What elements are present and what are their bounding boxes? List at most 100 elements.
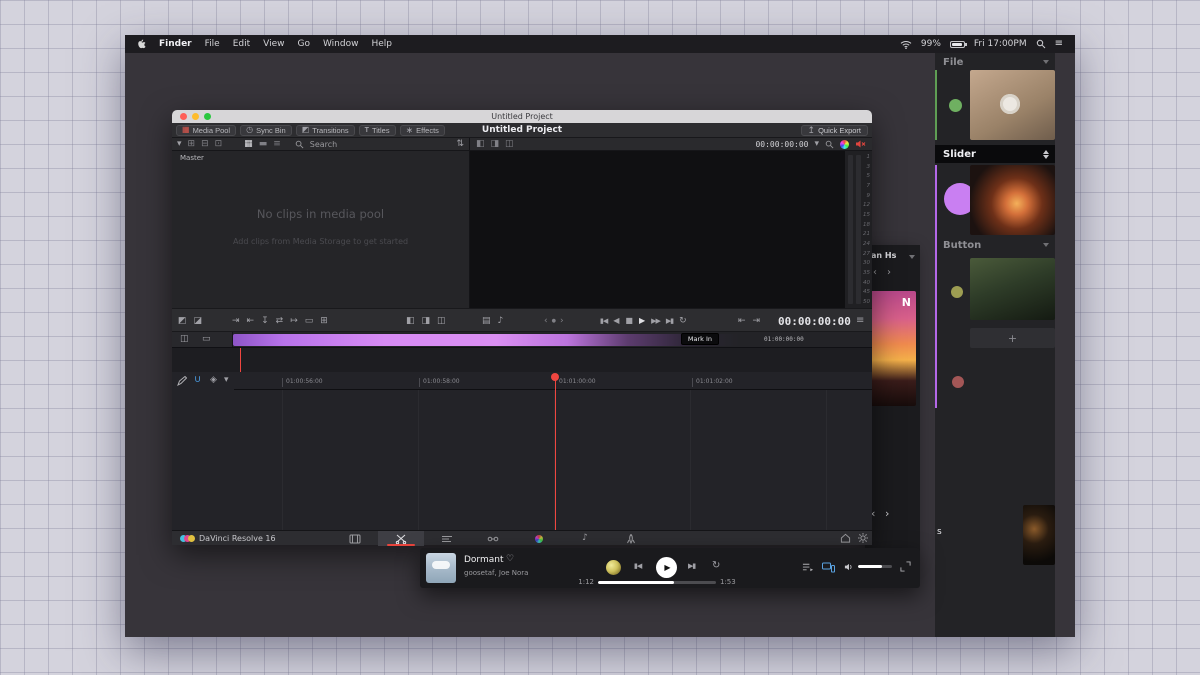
bin-dropdown-icon[interactable]: ▾ xyxy=(177,140,182,149)
edit-page-button[interactable] xyxy=(424,531,470,546)
smart-bin-icon[interactable]: ⊡ xyxy=(215,140,223,149)
overview-playhead[interactable] xyxy=(240,348,241,373)
settings-gear-icon[interactable] xyxy=(858,533,868,543)
color-page-button[interactable] xyxy=(516,531,562,546)
grid-view-icon[interactable]: ▦ xyxy=(244,140,253,149)
fullscreen-icon[interactable] xyxy=(900,561,911,572)
snapping-magnet-icon[interactable]: ∪ xyxy=(194,375,201,385)
menu-item-view[interactable]: View xyxy=(263,39,284,49)
strip-view-icon[interactable]: ▬ xyxy=(259,140,268,149)
menu-item-file[interactable]: File xyxy=(205,39,220,49)
menu-item-window[interactable]: Window xyxy=(323,39,359,49)
play-button[interactable]: ▶ xyxy=(639,317,645,325)
menu-item-edit[interactable]: Edit xyxy=(233,39,250,49)
album-art[interactable] xyxy=(426,553,456,583)
search-input[interactable]: Search xyxy=(310,140,337,149)
mark-out-button[interactable]: ⇥ xyxy=(753,317,761,326)
jog-right-icon[interactable]: › xyxy=(560,317,564,326)
reverse-button[interactable]: ◀ xyxy=(613,317,619,325)
chevron-down-icon[interactable] xyxy=(1043,60,1049,64)
repeat-button[interactable]: ↻ xyxy=(712,561,720,571)
queue-icon[interactable] xyxy=(802,562,814,573)
play-pause-button[interactable]: ▶ xyxy=(656,557,677,578)
button-color-dot[interactable] xyxy=(951,286,963,298)
menu-item-finder[interactable]: Finder xyxy=(159,39,192,49)
inspector-icon[interactable]: ▤ xyxy=(482,317,491,326)
titles-tab[interactable]: TTitles xyxy=(359,125,396,136)
skip-forward-button[interactable]: ▶▮ xyxy=(666,318,673,325)
wifi-icon[interactable] xyxy=(900,40,912,49)
nav-next-icon[interactable]: › xyxy=(885,507,889,520)
quick-export-button[interactable]: ↥Quick Export xyxy=(801,125,868,136)
control-center-icon[interactable]: ≡ xyxy=(1055,39,1063,49)
now-playing-disc[interactable] xyxy=(606,560,621,575)
insert-clip-icon[interactable]: ⊞ xyxy=(320,317,328,326)
playhead-line[interactable] xyxy=(555,374,556,530)
page-prev-icon[interactable]: ‹ xyxy=(873,267,877,278)
fairlight-page-button[interactable]: ♪ xyxy=(562,531,608,546)
apple-menu-icon[interactable] xyxy=(137,39,146,50)
loop-button[interactable]: ↻ xyxy=(679,317,687,326)
extra-color-dot[interactable] xyxy=(952,376,964,388)
viewer-mode-icon[interactable]: ◧ xyxy=(476,140,485,149)
audio-overview-clip[interactable] xyxy=(233,334,739,346)
overview-track[interactable] xyxy=(172,347,872,372)
bottom-thumbnail[interactable] xyxy=(1023,505,1055,565)
volume-slider[interactable] xyxy=(858,565,892,568)
volume-icon[interactable] xyxy=(844,562,854,572)
place-on-top-icon[interactable]: ↦ xyxy=(290,317,298,326)
chevron-down-icon[interactable] xyxy=(1043,243,1049,247)
connect-device-icon[interactable] xyxy=(822,562,835,573)
skip-back-button[interactable]: ▮◀ xyxy=(600,318,607,325)
effects-tab[interactable]: ∗Effects xyxy=(400,125,445,136)
stop-button[interactable]: ■ xyxy=(625,317,633,325)
viewer-full-icon[interactable]: ◫ xyxy=(505,140,514,149)
media-page-button[interactable] xyxy=(332,531,378,546)
spotlight-search-icon[interactable] xyxy=(1036,39,1046,49)
flag-icon[interactable]: ▾ xyxy=(224,376,229,385)
transition-tool-icon[interactable]: ◧ xyxy=(406,317,415,326)
like-heart-icon[interactable]: ♡ xyxy=(506,554,514,564)
window-titlebar[interactable]: Untitled Project xyxy=(172,110,872,123)
section-header-slider[interactable]: Slider xyxy=(935,145,1055,163)
track-icon-a[interactable]: ◫ xyxy=(180,335,189,344)
menu-clock[interactable]: Fri 17:00PM xyxy=(974,39,1027,49)
menu-item-help[interactable]: Help xyxy=(371,39,392,49)
cut-page-button[interactable] xyxy=(378,531,424,546)
fusion-page-button[interactable] xyxy=(470,531,516,546)
next-track-button[interactable]: ▶▮ xyxy=(688,563,695,570)
track-title[interactable]: Dormant xyxy=(464,555,504,565)
viewer-dropdown-icon[interactable]: ▾ xyxy=(814,140,819,149)
deliver-page-button[interactable] xyxy=(608,531,654,546)
media-pool-tab[interactable]: ▦Media Pool xyxy=(176,125,236,136)
file-color-dot[interactable] xyxy=(949,99,962,112)
chevron-down-icon[interactable] xyxy=(909,255,915,259)
smart-insert-icon[interactable]: ⇥ xyxy=(232,317,240,326)
track-artists[interactable]: goosetaf, Joe Nora xyxy=(464,569,528,577)
slider-thumbnail[interactable] xyxy=(970,165,1055,235)
timeline-options-icon[interactable]: ≡ xyxy=(856,309,864,333)
button-thumbnail[interactable] xyxy=(970,258,1055,320)
edit-pencil-icon[interactable] xyxy=(177,376,187,386)
mark-in-button[interactable]: ⇤ xyxy=(738,317,746,326)
ripple-overwrite-icon[interactable]: ↧ xyxy=(261,317,269,326)
timeline-body[interactable] xyxy=(234,390,872,530)
audio-mixer-icon[interactable]: ♪ xyxy=(498,317,504,326)
list-view-icon[interactable]: ≡ xyxy=(273,140,281,149)
close-up-icon[interactable]: ⇄ xyxy=(276,317,284,326)
transitions-tab[interactable]: ◩Transitions xyxy=(296,125,355,136)
razor-tool-icon[interactable]: ◪ xyxy=(194,317,203,326)
select-tool-icon[interactable]: ◩ xyxy=(178,317,187,326)
zoom-dropdown-icon[interactable] xyxy=(825,140,834,149)
add-component-button[interactable]: + xyxy=(970,328,1055,348)
progress-bar[interactable] xyxy=(598,581,716,584)
fast-forward-button[interactable]: ▶▶ xyxy=(651,318,660,325)
color-wheel-icon[interactable] xyxy=(840,140,849,149)
marker-icon[interactable]: ◈ xyxy=(210,376,217,385)
section-header-button[interactable]: Button xyxy=(935,238,1055,252)
effect-tool-icon[interactable]: ◫ xyxy=(437,317,446,326)
viewer-split-icon[interactable]: ◨ xyxy=(491,140,500,149)
background-window[interactable]: an Hs ‹ › N ‹ › xyxy=(865,245,920,560)
import-media-icon[interactable]: ⊞ xyxy=(188,140,196,149)
track-icon-b[interactable]: ▭ xyxy=(202,335,211,344)
